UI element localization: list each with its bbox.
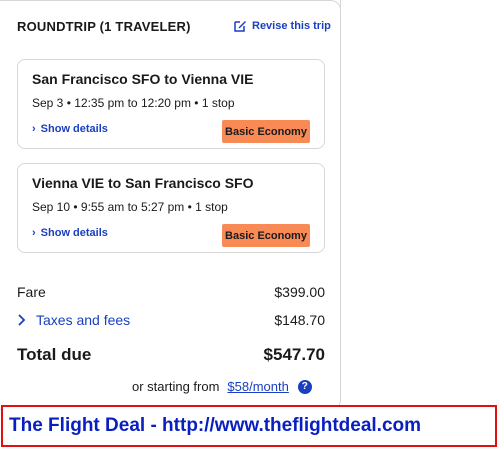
show-details-label: Show details [40, 123, 108, 135]
fare-class-badge: Basic Economy [222, 120, 310, 143]
total-label: Total due [17, 345, 92, 364]
fare-row: Fare $399.00 [17, 284, 325, 300]
leg-time: Sep 3 • 12:35 pm to 12:20 pm • 1 stop [32, 96, 235, 110]
banner-text: The Flight Deal - http://www.theflightde… [9, 415, 422, 436]
fare-class-badge: Basic Economy [222, 224, 310, 247]
financing-line: or starting from $58/month ? [132, 379, 312, 394]
taxes-toggle[interactable]: Taxes and fees [17, 312, 130, 328]
fare-value: $399.00 [274, 284, 325, 300]
show-details-label: Show details [40, 227, 108, 239]
total-value: $547.70 [263, 345, 325, 364]
show-details-link[interactable]: › Show details [32, 123, 108, 135]
return-leg-card: Vienna VIE to San Francisco SFO Sep 10 •… [17, 163, 325, 253]
trip-title: ROUNDTRIP (1 TRAVELER) [17, 19, 191, 34]
chevron-right-icon: › [32, 123, 36, 135]
chevron-right-icon [18, 314, 26, 326]
card-top-border [0, 0, 341, 12]
taxes-row: Taxes and fees $148.70 [17, 312, 325, 328]
show-details-link[interactable]: › Show details [32, 227, 108, 239]
revise-trip-label: Revise this trip [252, 20, 331, 32]
taxes-label: Taxes and fees [36, 312, 131, 328]
help-icon[interactable]: ? [297, 379, 312, 394]
outbound-leg-card: San Francisco SFO to Vienna VIE Sep 3 • … [17, 59, 325, 149]
revise-trip-link[interactable]: Revise this trip [233, 19, 331, 33]
total-row: Total due $547.70 [17, 345, 325, 365]
watermark-banner: The Flight Deal - http://www.theflightde… [1, 405, 497, 447]
leg-route: Vienna VIE to San Francisco SFO [32, 175, 254, 191]
trip-summary-card: ROUNDTRIP (1 TRAVELER) Revise this trip … [0, 0, 341, 410]
edit-icon [234, 21, 246, 32]
taxes-value: $148.70 [274, 312, 325, 328]
chevron-right-icon: › [32, 227, 36, 239]
leg-time: Sep 10 • 9:55 am to 5:27 pm • 1 stop [32, 200, 228, 214]
starting-text: or starting from [132, 379, 220, 394]
leg-route: San Francisco SFO to Vienna VIE [32, 71, 254, 87]
fare-label: Fare [17, 284, 46, 300]
monthly-payment-link[interactable]: $58/month [227, 379, 288, 394]
